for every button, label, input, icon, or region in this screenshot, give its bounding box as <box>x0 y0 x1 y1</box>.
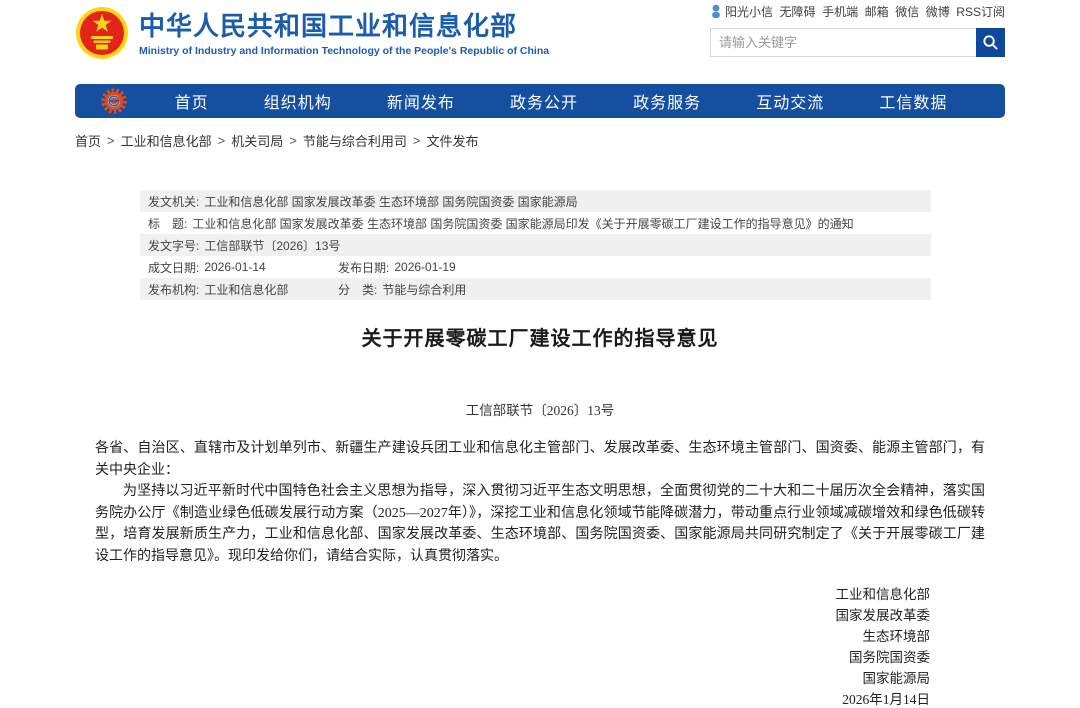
meta-label: 成文日期: <box>148 259 199 276</box>
site-logo-link[interactable]: 中华人民共和国工业和信息化部 Ministry of Industry and … <box>75 6 549 60</box>
nav-item-interaction[interactable]: 互动交流 <box>756 89 824 113</box>
link-mobile[interactable]: 手机端 <box>822 3 858 20</box>
meta-value: 工业和信息化部 <box>204 281 288 298</box>
meta-value: 节能与综合利用 <box>382 281 466 298</box>
signature-line: 国家能源局 <box>836 668 931 689</box>
meta-label: 发布机构: <box>148 281 199 298</box>
signature-line: 国家发展改革委 <box>836 605 931 626</box>
breadcrumb-miit[interactable]: 工业和信息化部 <box>121 131 212 150</box>
meta-cell-publisher: 发布机构: 工业和信息化部 <box>148 281 338 298</box>
meta-row-dates: 成文日期: 2026-01-14 发布日期: 2026-01-19 <box>140 256 931 278</box>
meta-label: 发文字号: <box>148 237 199 254</box>
site-title: 中华人民共和国工业和信息化部 <box>139 12 549 42</box>
nav-item-gov-services[interactable]: 政务服务 <box>633 89 701 113</box>
meta-row-publisher-category: 发布机构: 工业和信息化部 分 类: 节能与综合利用 <box>140 278 931 300</box>
nav-item-miit-data[interactable]: 工信数据 <box>879 89 947 113</box>
meta-label: 发布日期: <box>338 259 389 276</box>
search-bar <box>710 28 1005 57</box>
link-rss[interactable]: RSS订阅 <box>956 3 1005 20</box>
meta-value: 工业和信息化部 国家发展改革委 生态环境部 国务院国资委 国家能源局印发《关于开… <box>192 215 853 232</box>
meta-label: 分 类: <box>338 281 377 298</box>
link-weibo[interactable]: 微博 <box>926 3 950 20</box>
nav-items: 首页 组织机构 新闻发布 政务公开 政务服务 互动交流 工信数据 <box>127 89 1005 113</box>
top-link-label: RSS订阅 <box>956 3 1005 20</box>
top-link-label: 邮箱 <box>865 3 889 20</box>
meta-cell: 发文字号: 工信部联节〔2026〕13号 <box>148 237 340 254</box>
brand-text: 中华人民共和国工业和信息化部 Ministry of Industry and … <box>139 6 549 57</box>
breadcrumb-document-release[interactable]: 文件发布 <box>426 131 478 150</box>
document-meta-table: 发文机关: 工业和信息化部 国家发展改革委 生态环境部 国务院国资委 国家能源局… <box>140 190 931 300</box>
meta-cell-category: 分 类: 节能与综合利用 <box>338 281 466 298</box>
breadcrumb: 首页 > 工业和信息化部 > 机关司局 > 节能与综合利用司 > 文件发布 <box>75 131 478 150</box>
top-link-label: 手机端 <box>822 3 858 20</box>
meta-value: 工业和信息化部 国家发展改革委 生态环境部 国务院国资委 国家能源局 <box>204 193 577 210</box>
meta-value: 工信部联节〔2026〕13号 <box>204 237 340 254</box>
meta-row-issuing-authority: 发文机关: 工业和信息化部 国家发展改革委 生态环境部 国务院国资委 国家能源局 <box>140 190 931 212</box>
meta-row-title: 标 题: 工业和信息化部 国家发展改革委 生态环境部 国务院国资委 国家能源局印… <box>140 212 931 234</box>
document-body: 各省、自治区、直辖市及计划单列市、新疆生产建设兵团工业和信息化主管部门、发展改革… <box>95 438 985 567</box>
document-number: 工信部联节〔2026〕13号 <box>75 399 1005 419</box>
header-right: 阳光小信 无障碍 手机端 邮箱 微信 微博 RSS订阅 <box>710 3 1005 57</box>
signature-line: 国务院国资委 <box>836 647 931 668</box>
paragraph-addressees: 各省、自治区、直辖市及计划单列市、新疆生产建设兵团工业和信息化主管部门、发展改革… <box>95 438 985 481</box>
signature-block: 工业和信息化部 国家发展改革委 生态环境部 国务院国资委 国家能源局 2026年… <box>836 584 931 708</box>
breadcrumb-separator: > <box>218 133 226 148</box>
meta-cell: 发文机关: 工业和信息化部 国家发展改革委 生态环境部 国务院国资委 国家能源局 <box>148 193 578 210</box>
meta-value: 2026-01-19 <box>394 260 455 274</box>
top-link-label: 微博 <box>926 3 950 20</box>
nav-item-news[interactable]: 新闻发布 <box>387 89 455 113</box>
breadcrumb-separator: > <box>107 133 115 148</box>
meta-row-doc-number: 发文字号: 工信部联节〔2026〕13号 <box>140 234 931 256</box>
top-link-label: 无障碍 <box>780 3 816 20</box>
paragraph-main: 为坚持以习近平新时代中国特色社会主义思想为指导，深入贯彻习近平生态文明思想，全面… <box>95 481 985 567</box>
breadcrumb-bureaus[interactable]: 机关司局 <box>231 131 283 150</box>
document-title: 关于开展零碳工厂建设工作的指导意见 <box>75 322 1005 351</box>
link-sunshine-xiaoxin[interactable]: 阳光小信 <box>710 3 773 20</box>
search-button[interactable] <box>976 28 1005 57</box>
meta-value: 2026-01-14 <box>204 260 265 274</box>
top-links: 阳光小信 无障碍 手机端 邮箱 微信 微博 RSS订阅 <box>710 3 1005 20</box>
top-link-label: 微信 <box>895 3 919 20</box>
top-link-label: 阳光小信 <box>725 3 773 20</box>
signature-line: 工业和信息化部 <box>836 584 931 605</box>
meta-cell: 标 题: 工业和信息化部 国家发展改革委 生态环境部 国务院国资委 国家能源局印… <box>148 215 854 232</box>
site-header: 中华人民共和国工业和信息化部 Ministry of Industry and … <box>75 0 1005 80</box>
breadcrumb-separator: > <box>289 133 297 148</box>
meta-cell-publish-date: 发布日期: 2026-01-19 <box>338 259 456 276</box>
link-accessibility[interactable]: 无障碍 <box>780 3 816 20</box>
meta-cell-written-date: 成文日期: 2026-01-14 <box>148 259 338 276</box>
site-subtitle: Ministry of Industry and Information Tec… <box>139 45 549 57</box>
miit-gear-icon[interactable] <box>101 88 127 114</box>
nav-item-organization[interactable]: 组织机构 <box>264 89 332 113</box>
nav-item-gov-disclosure[interactable]: 政务公开 <box>510 89 578 113</box>
breadcrumb-separator: > <box>413 133 421 148</box>
nav-item-home[interactable]: 首页 <box>175 89 209 113</box>
search-icon <box>982 34 999 51</box>
breadcrumb-home[interactable]: 首页 <box>75 131 101 150</box>
main-nav: 首页 组织机构 新闻发布 政务公开 政务服务 互动交流 工信数据 <box>75 84 1005 118</box>
miit-webpage: 中华人民共和国工业和信息化部 Ministry of Industry and … <box>0 0 1080 708</box>
signature-date: 2026年1月14日 <box>836 689 931 708</box>
link-wechat[interactable]: 微信 <box>895 3 919 20</box>
meta-label: 标 题: <box>148 215 187 232</box>
breadcrumb-energy-conservation-dept[interactable]: 节能与综合利用司 <box>303 131 407 150</box>
link-email[interactable]: 邮箱 <box>865 3 889 20</box>
national-emblem-icon <box>75 6 129 60</box>
meta-label: 发文机关: <box>148 193 199 210</box>
mascot-icon <box>710 4 722 20</box>
signature-line: 生态环境部 <box>836 626 931 647</box>
search-input[interactable] <box>710 28 976 57</box>
